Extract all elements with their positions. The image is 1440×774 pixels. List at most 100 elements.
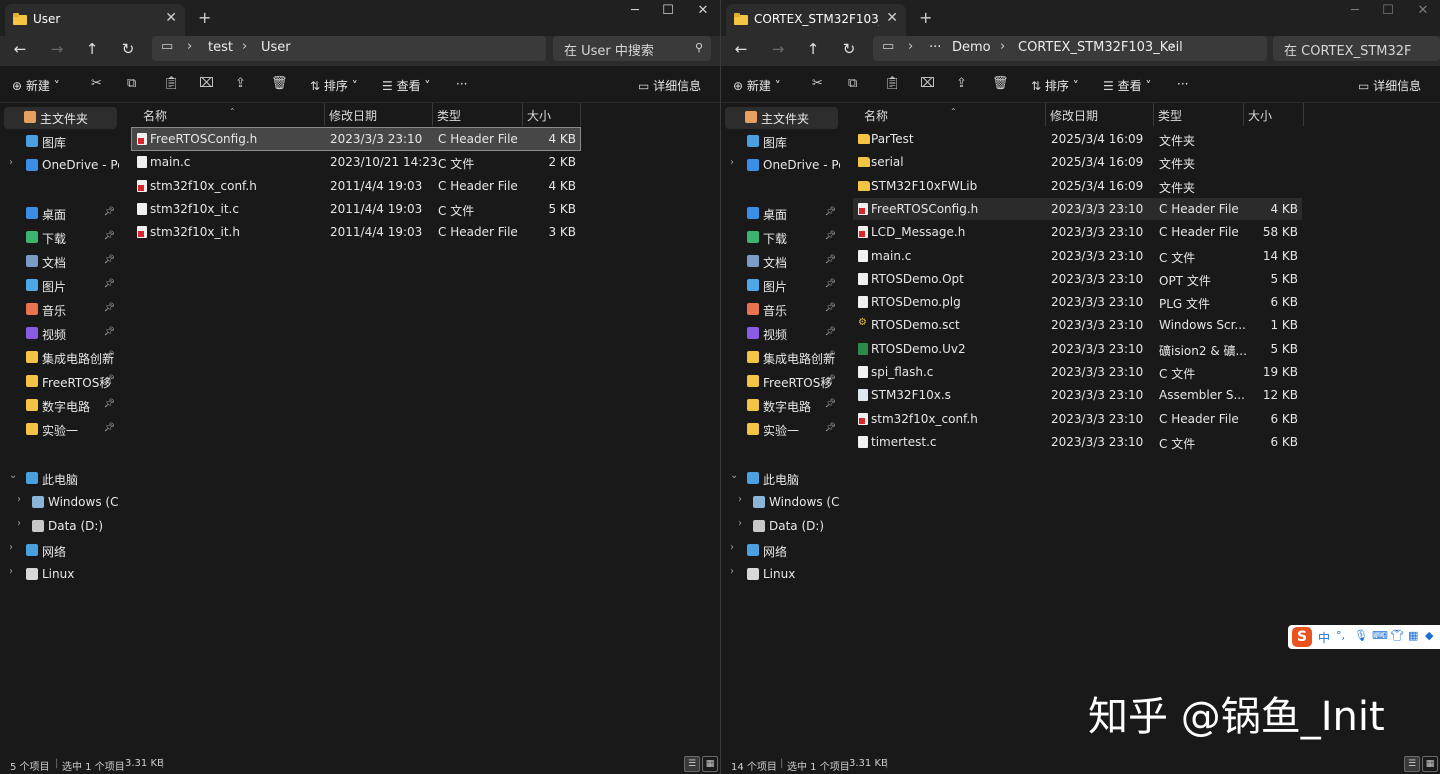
search-input[interactable]: 在 User 中搜索 ⚲ xyxy=(553,36,711,61)
file-row[interactable]: ⚙ RTOSDemo.sct 2023/3/3 23:10 Windows Scr..… xyxy=(853,314,1302,336)
breadcrumb-item[interactable]: test xyxy=(208,40,233,55)
chevron-down-icon[interactable]: ⌄ xyxy=(9,470,17,481)
toolbox-icon[interactable]: ▦ xyxy=(1408,629,1418,642)
breadcrumb-item[interactable]: Demo xyxy=(952,40,991,55)
sidebar-item-quick[interactable]: 音乐 📌︎ xyxy=(721,299,840,321)
column-size[interactable]: 大小 xyxy=(527,107,551,124)
new-tab-button[interactable]: + xyxy=(919,8,932,27)
details-view-icon[interactable]: ☰ xyxy=(1404,756,1420,772)
close-tab-icon[interactable]: ✕ xyxy=(886,10,898,26)
delete-icon[interactable]: 🗑︎ xyxy=(992,76,1009,91)
file-row[interactable]: main.c 2023/10/21 14:23 C 文件 2 KB xyxy=(132,151,580,173)
chevron-right-icon[interactable]: › xyxy=(9,157,13,168)
file-row[interactable]: RTOSDemo.plg 2023/3/3 23:10 PLG 文件 6 KB xyxy=(853,291,1302,313)
microphone-icon[interactable]: 🎙︎ xyxy=(1354,629,1368,642)
view-button[interactable]: ☰ 查看 ˅ xyxy=(382,77,430,94)
file-row[interactable]: stm32f10x_it.h 2011/4/4 19:03 C Header Fil… xyxy=(132,221,580,243)
skin-icon[interactable]: 👕︎ xyxy=(1390,629,1404,642)
file-row[interactable]: stm32f10x_it.c 2011/4/4 19:03 C 文件 5 KB xyxy=(132,198,580,220)
sidebar-item-quick[interactable]: 数字电路 📌︎ xyxy=(721,395,840,417)
sogou-logo-icon[interactable]: S xyxy=(1292,627,1312,647)
sidebar-item-quick[interactable]: 下载 📌︎ xyxy=(0,227,119,249)
sort-button[interactable]: ⇅ 排序 ˅ xyxy=(1031,77,1079,94)
file-row[interactable]: spi_flash.c 2023/3/3 23:10 C 文件 19 KB xyxy=(853,361,1302,383)
file-row[interactable]: STM32F10x.s 2023/3/3 23:10 Assembler S... 1… xyxy=(853,384,1302,406)
sidebar-item-thispc[interactable]: ⌄ 此电脑 xyxy=(0,468,119,490)
column-type[interactable]: 类型 xyxy=(1158,107,1182,124)
pin-icon[interactable]: 📌︎ xyxy=(104,327,115,337)
copy-icon[interactable]: ⧉ xyxy=(848,76,857,91)
pin-icon[interactable]: 📌︎ xyxy=(104,303,115,313)
search-input[interactable]: 在 CORTEX_STM32F xyxy=(1273,36,1440,61)
sidebar-item-quick[interactable]: 集成电路创新 📌︎ xyxy=(721,347,840,369)
sidebar-item-quick[interactable]: 桌面 📌︎ xyxy=(0,203,119,225)
sidebar-item-quick[interactable]: 集成电路创新 📌︎ xyxy=(0,347,119,369)
chevron-right-icon[interactable]: › xyxy=(17,518,21,529)
sidebar-item-drive[interactable]: › Windows (C:) xyxy=(721,492,840,514)
paste-icon[interactable]: 📋︎ xyxy=(884,76,901,91)
close-window-button[interactable]: ✕ xyxy=(1406,3,1440,18)
pin-icon[interactable]: 📌︎ xyxy=(825,207,836,217)
refresh-button[interactable]: ↻ xyxy=(116,40,140,58)
sidebar-item-home[interactable]: 主文件夹 xyxy=(725,107,838,129)
ime-language[interactable]: 中 xyxy=(1318,629,1330,646)
forward-button[interactable]: → xyxy=(766,40,790,58)
paste-icon[interactable]: 📋︎ xyxy=(163,76,180,91)
sidebar-item-quick[interactable]: 实验一 📌︎ xyxy=(0,419,119,441)
details-pane-button[interactable]: ▭ 详细信息 xyxy=(1358,77,1421,94)
up-button[interactable]: ↑ xyxy=(801,40,825,58)
new-button[interactable]: ⊕ 新建 ˅ xyxy=(12,77,60,94)
file-row[interactable]: stm32f10x_conf.h 2011/4/4 19:03 C Header F… xyxy=(132,175,580,197)
tiles-view-icon[interactable]: ▦ xyxy=(1422,756,1438,772)
file-row[interactable]: RTOSDemo.Opt 2023/3/3 23:10 OPT 文件 5 KB xyxy=(853,268,1302,290)
sidebar-item-linux[interactable]: › Linux xyxy=(721,564,840,586)
address-box[interactable]: ▭ › test › User xyxy=(152,36,546,61)
sidebar-item-network[interactable]: › 网络 xyxy=(721,540,840,562)
pin-icon[interactable]: 📌︎ xyxy=(104,423,115,433)
pin-icon[interactable]: 📌︎ xyxy=(825,255,836,265)
sidebar-item-network[interactable]: › 网络 xyxy=(0,540,119,562)
pin-icon[interactable]: 📌︎ xyxy=(825,231,836,241)
chevron-right-icon[interactable]: › xyxy=(730,157,734,168)
refresh-button[interactable]: ↻ xyxy=(837,40,861,58)
column-type[interactable]: 类型 xyxy=(437,107,461,124)
keyboard-icon[interactable]: ⌨ xyxy=(1372,629,1388,642)
sidebar-item-drive[interactable]: › Data (D:) xyxy=(721,516,840,538)
more-button[interactable]: ··· xyxy=(456,77,467,91)
file-row[interactable]: FreeRTOSConfig.h 2023/3/3 23:10 C Header F… xyxy=(853,197,1302,220)
pin-icon[interactable]: 📌︎ xyxy=(104,255,115,265)
sidebar-item-drive[interactable]: › Data (D:) xyxy=(0,516,119,538)
rename-icon[interactable]: ⌧ xyxy=(199,76,214,91)
tab-cortex[interactable]: CORTEX_STM32F103_Ke ✕ xyxy=(726,4,906,36)
sidebar-item-quick[interactable]: 图片 📌︎ xyxy=(721,275,840,297)
cut-icon[interactable]: ✂ xyxy=(91,76,102,91)
column-name[interactable]: 名称 xyxy=(864,107,888,124)
up-button[interactable]: ↑ xyxy=(80,40,104,58)
sidebar-item-quick[interactable]: 视频 📌︎ xyxy=(721,323,840,345)
sidebar-item-quick[interactable]: 视频 📌︎ xyxy=(0,323,119,345)
chevron-right-icon[interactable]: › xyxy=(730,542,734,553)
ime-toolbar[interactable]: S 中 °, 🎙︎ ⌨ 👕︎ ▦ ◆ xyxy=(1288,625,1440,649)
sidebar-item-home[interactable]: 主文件夹 xyxy=(4,107,117,129)
chevron-down-icon[interactable]: ⌄ xyxy=(730,470,738,481)
file-row[interactable]: stm32f10x_conf.h 2023/3/3 23:10 C Header F… xyxy=(853,408,1302,430)
maximize-button[interactable]: ☐ xyxy=(1371,3,1405,18)
more-button[interactable]: ··· xyxy=(1177,77,1188,91)
sidebar-item-quick[interactable]: FreeRTOS移 📌︎ xyxy=(721,371,840,393)
pin-icon[interactable]: 📌︎ xyxy=(104,399,115,409)
new-button[interactable]: ⊕ 新建 ˅ xyxy=(733,77,781,94)
chevron-right-icon[interactable]: › xyxy=(730,566,734,577)
minimize-button[interactable]: ─ xyxy=(1338,3,1372,18)
sidebar-item-quick[interactable]: 文档 📌︎ xyxy=(721,251,840,273)
pin-icon[interactable]: 📌︎ xyxy=(825,279,836,289)
file-row[interactable]: RTOSDemo.Uv2 2023/3/3 23:10 礦ision2 & 礦...… xyxy=(853,338,1302,360)
sidebar-item-onedrive[interactable]: › OneDrive - Pe xyxy=(0,155,119,177)
column-size[interactable]: 大小 xyxy=(1248,107,1272,124)
chevron-right-icon[interactable]: › xyxy=(17,494,21,505)
breadcrumb-item[interactable]: CORTEX_STM32F103_Keil xyxy=(1018,40,1183,55)
pin-icon[interactable]: 📌︎ xyxy=(825,399,836,409)
file-row[interactable]: FreeRTOSConfig.h 2023/3/3 23:10 C Header F… xyxy=(131,127,581,151)
punctuation-icon[interactable]: °, xyxy=(1336,629,1345,642)
chevron-right-icon[interactable]: › xyxy=(9,566,13,577)
pin-icon[interactable]: 📌︎ xyxy=(825,303,836,313)
